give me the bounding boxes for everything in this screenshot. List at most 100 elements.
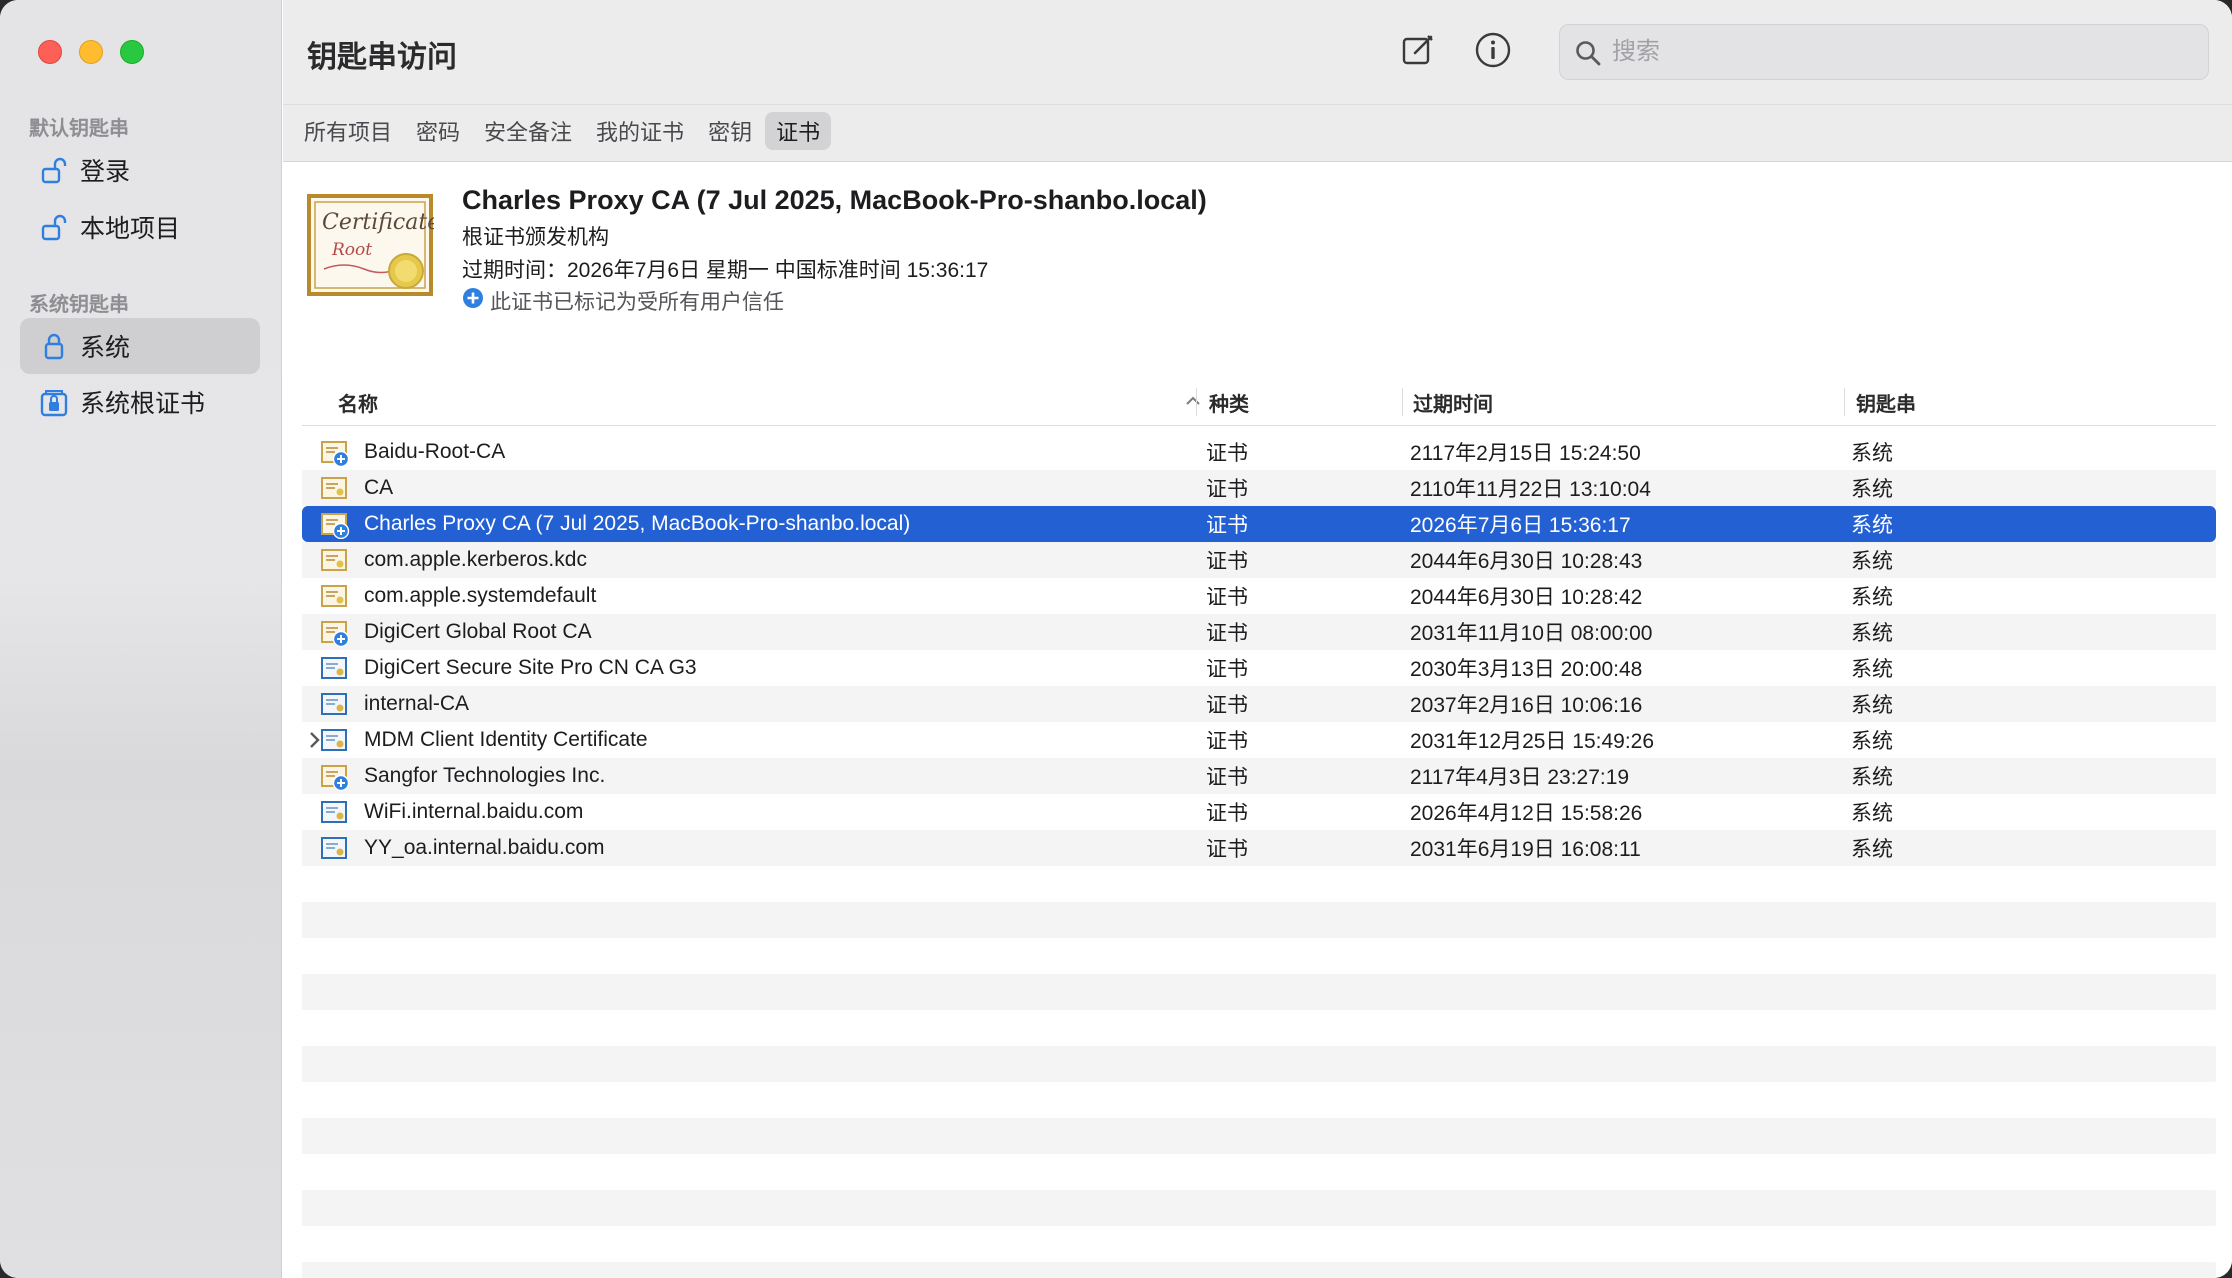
column-header-name[interactable]: 名称 bbox=[338, 378, 378, 426]
keychain-access-window: 默认钥匙串 登录 本地项目 系统钥匙串 系统 系统根证书 钥匙串访问 搜索 所有… bbox=[0, 0, 2232, 1278]
sidebar-item-system[interactable]: 系统 bbox=[20, 318, 260, 374]
column-header-expires[interactable]: 过期时间 bbox=[1413, 378, 1493, 426]
row-kind: 证书 bbox=[1206, 586, 1248, 609]
trust-text: 此证书已标记为受所有用户信任 bbox=[490, 291, 784, 314]
certificate-kind: 根证书颁发机构 bbox=[462, 226, 609, 249]
row-kind: 证书 bbox=[1206, 442, 1248, 465]
column-separator[interactable] bbox=[1402, 388, 1403, 416]
row-expires: 2030年3月13日 20:00:48 bbox=[1410, 658, 1643, 681]
row-kind: 证书 bbox=[1206, 802, 1248, 825]
table-row[interactable]: WiFi.internal.baidu.com 证书 2026年4月12日 15… bbox=[302, 794, 2216, 830]
certificate-detail: Certificate Root Charles Proxy CA (7 Jul… bbox=[283, 163, 2232, 373]
row-name: WiFi.internal.baidu.com bbox=[364, 800, 584, 823]
column-separator[interactable] bbox=[1844, 388, 1845, 416]
row-expires: 2031年6月19日 16:08:11 bbox=[1410, 838, 1641, 861]
row-keychain: 系统 bbox=[1851, 478, 1893, 501]
close-window-button[interactable] bbox=[38, 40, 62, 64]
row-keychain: 系统 bbox=[1851, 442, 1893, 465]
table-body: Baidu-Root-CA 证书 2117年2月15日 15:24:50 系统 … bbox=[302, 434, 2216, 1278]
category-tabs: 所有项目 密码 安全备注 我的证书 密钥 证书 bbox=[293, 112, 833, 152]
row-kind: 证书 bbox=[1206, 694, 1248, 717]
unlocked-padlock-icon bbox=[38, 154, 70, 186]
row-expires: 2037年2月16日 10:06:16 bbox=[1410, 694, 1643, 717]
row-keychain: 系统 bbox=[1851, 730, 1893, 753]
row-keychain: 系统 bbox=[1851, 658, 1893, 681]
search-icon bbox=[1574, 39, 1602, 72]
row-expires: 2110年11月22日 13:10:04 bbox=[1410, 478, 1651, 501]
compose-icon[interactable] bbox=[1398, 30, 1438, 70]
tab-all-items[interactable]: 所有项目 bbox=[293, 112, 403, 150]
certificate-expiry: 过期时间：2026年7月6日 星期一 中国标准时间 15:36:17 bbox=[462, 259, 989, 282]
sidebar-item-login[interactable]: 登录 bbox=[20, 142, 260, 198]
empty-row bbox=[302, 902, 2216, 938]
search-field[interactable] bbox=[1559, 24, 2209, 80]
search-input[interactable] bbox=[1612, 33, 2192, 71]
certificate-trust-status: 此证书已标记为受所有用户信任 bbox=[462, 286, 784, 316]
table-row[interactable]: com.apple.systemdefault 证书 2044年6月30日 10… bbox=[302, 578, 2216, 614]
row-name: Charles Proxy CA (7 Jul 2025, MacBook-Pr… bbox=[364, 512, 911, 535]
table-row[interactable]: YY_oa.internal.baidu.com 证书 2031年6月19日 1… bbox=[302, 830, 2216, 866]
tab-secure-notes[interactable]: 安全备注 bbox=[473, 112, 583, 150]
table-row[interactable]: com.apple.kerberos.kdc 证书 2044年6月30日 10:… bbox=[302, 542, 2216, 578]
sidebar-item-label: 登录 bbox=[80, 158, 131, 186]
empty-row bbox=[302, 974, 2216, 1010]
sort-ascending-icon[interactable] bbox=[1184, 392, 1202, 415]
root-cert-icon bbox=[320, 511, 350, 540]
sidebar-item-label: 本地项目 bbox=[80, 215, 181, 243]
cert-icon bbox=[320, 583, 350, 611]
thumb-certificate-text: Certificate bbox=[322, 210, 434, 235]
table-row[interactable]: internal-CA 证书 2037年2月16日 10:06:16 系统 bbox=[302, 686, 2216, 722]
sidebar-section-system-keychains: 系统钥匙串 bbox=[29, 294, 129, 316]
table-row[interactable]: Baidu-Root-CA 证书 2117年2月15日 15:24:50 系统 bbox=[302, 434, 2216, 470]
column-header-keychain[interactable]: 钥匙串 bbox=[1856, 378, 1916, 426]
plus-circle-icon bbox=[462, 287, 484, 315]
info-icon[interactable] bbox=[1473, 30, 1513, 70]
row-expires: 2026年4月12日 15:58:26 bbox=[1410, 802, 1643, 825]
row-keychain: 系统 bbox=[1851, 514, 1893, 537]
certificate-table: 名称 种类 过期时间 钥匙串 Baidu-Root-CA 证书 2117年2月1… bbox=[302, 378, 2216, 1278]
table-row[interactable]: MDM Client Identity Certificate 证书 2031年… bbox=[302, 722, 2216, 758]
tab-passwords[interactable]: 密码 bbox=[405, 112, 471, 150]
intermediate-cert-icon bbox=[320, 799, 350, 827]
sidebar-item-system-roots[interactable]: 系统根证书 bbox=[20, 374, 260, 430]
tab-keys[interactable]: 密钥 bbox=[697, 112, 763, 150]
table-row[interactable]: DigiCert Secure Site Pro CN CA G3 证书 203… bbox=[302, 650, 2216, 686]
row-name: YY_oa.internal.baidu.com bbox=[364, 836, 605, 859]
row-name: DigiCert Global Root CA bbox=[364, 620, 592, 643]
tab-my-certificates[interactable]: 我的证书 bbox=[585, 112, 695, 150]
empty-row bbox=[302, 1262, 2216, 1278]
cert-icon bbox=[320, 475, 350, 503]
row-keychain: 系统 bbox=[1851, 838, 1893, 861]
intermediate-cert-icon bbox=[320, 835, 350, 863]
tab-certificates[interactable]: 证书 bbox=[765, 112, 832, 150]
sidebar-item-local-items[interactable]: 本地项目 bbox=[20, 199, 260, 255]
row-name: com.apple.systemdefault bbox=[364, 584, 597, 607]
intermediate-cert-icon bbox=[320, 655, 350, 683]
row-expires: 2031年11月10日 08:00:00 bbox=[1410, 622, 1653, 645]
row-kind: 证书 bbox=[1206, 478, 1248, 501]
locked-cabinet-icon bbox=[38, 386, 70, 418]
row-keychain: 系统 bbox=[1851, 694, 1893, 717]
row-expires: 2031年12月25日 15:49:26 bbox=[1410, 730, 1655, 753]
main-pane: 钥匙串访问 所有项目 密码 安全备注 我的证书 密钥 证书 bbox=[283, 0, 2232, 1278]
empty-row bbox=[302, 1046, 2216, 1082]
intermediate-cert-icon bbox=[320, 727, 350, 755]
table-row[interactable]: CA 证书 2110年11月22日 13:10:04 系统 bbox=[302, 470, 2216, 506]
row-name: Sangfor Technologies Inc. bbox=[364, 764, 606, 787]
locked-padlock-icon bbox=[38, 330, 70, 362]
table-row[interactable]: Charles Proxy CA (7 Jul 2025, MacBook-Pr… bbox=[302, 506, 2216, 542]
cert-icon bbox=[320, 547, 350, 575]
row-kind: 证书 bbox=[1206, 622, 1248, 645]
column-header-kind[interactable]: 种类 bbox=[1209, 378, 1249, 426]
table-row[interactable]: Sangfor Technologies Inc. 证书 2117年4月3日 2… bbox=[302, 758, 2216, 794]
minimize-window-button[interactable] bbox=[79, 40, 103, 64]
column-separator[interactable] bbox=[1196, 388, 1197, 416]
row-kind: 证书 bbox=[1206, 838, 1248, 861]
row-keychain: 系统 bbox=[1851, 622, 1893, 645]
table-header: 名称 种类 过期时间 钥匙串 bbox=[302, 378, 2216, 426]
root-cert-icon bbox=[320, 439, 350, 468]
empty-row bbox=[302, 1190, 2216, 1226]
zoom-window-button[interactable] bbox=[120, 40, 144, 64]
table-row[interactable]: DigiCert Global Root CA 证书 2031年11月10日 0… bbox=[302, 614, 2216, 650]
row-keychain: 系统 bbox=[1851, 550, 1893, 573]
